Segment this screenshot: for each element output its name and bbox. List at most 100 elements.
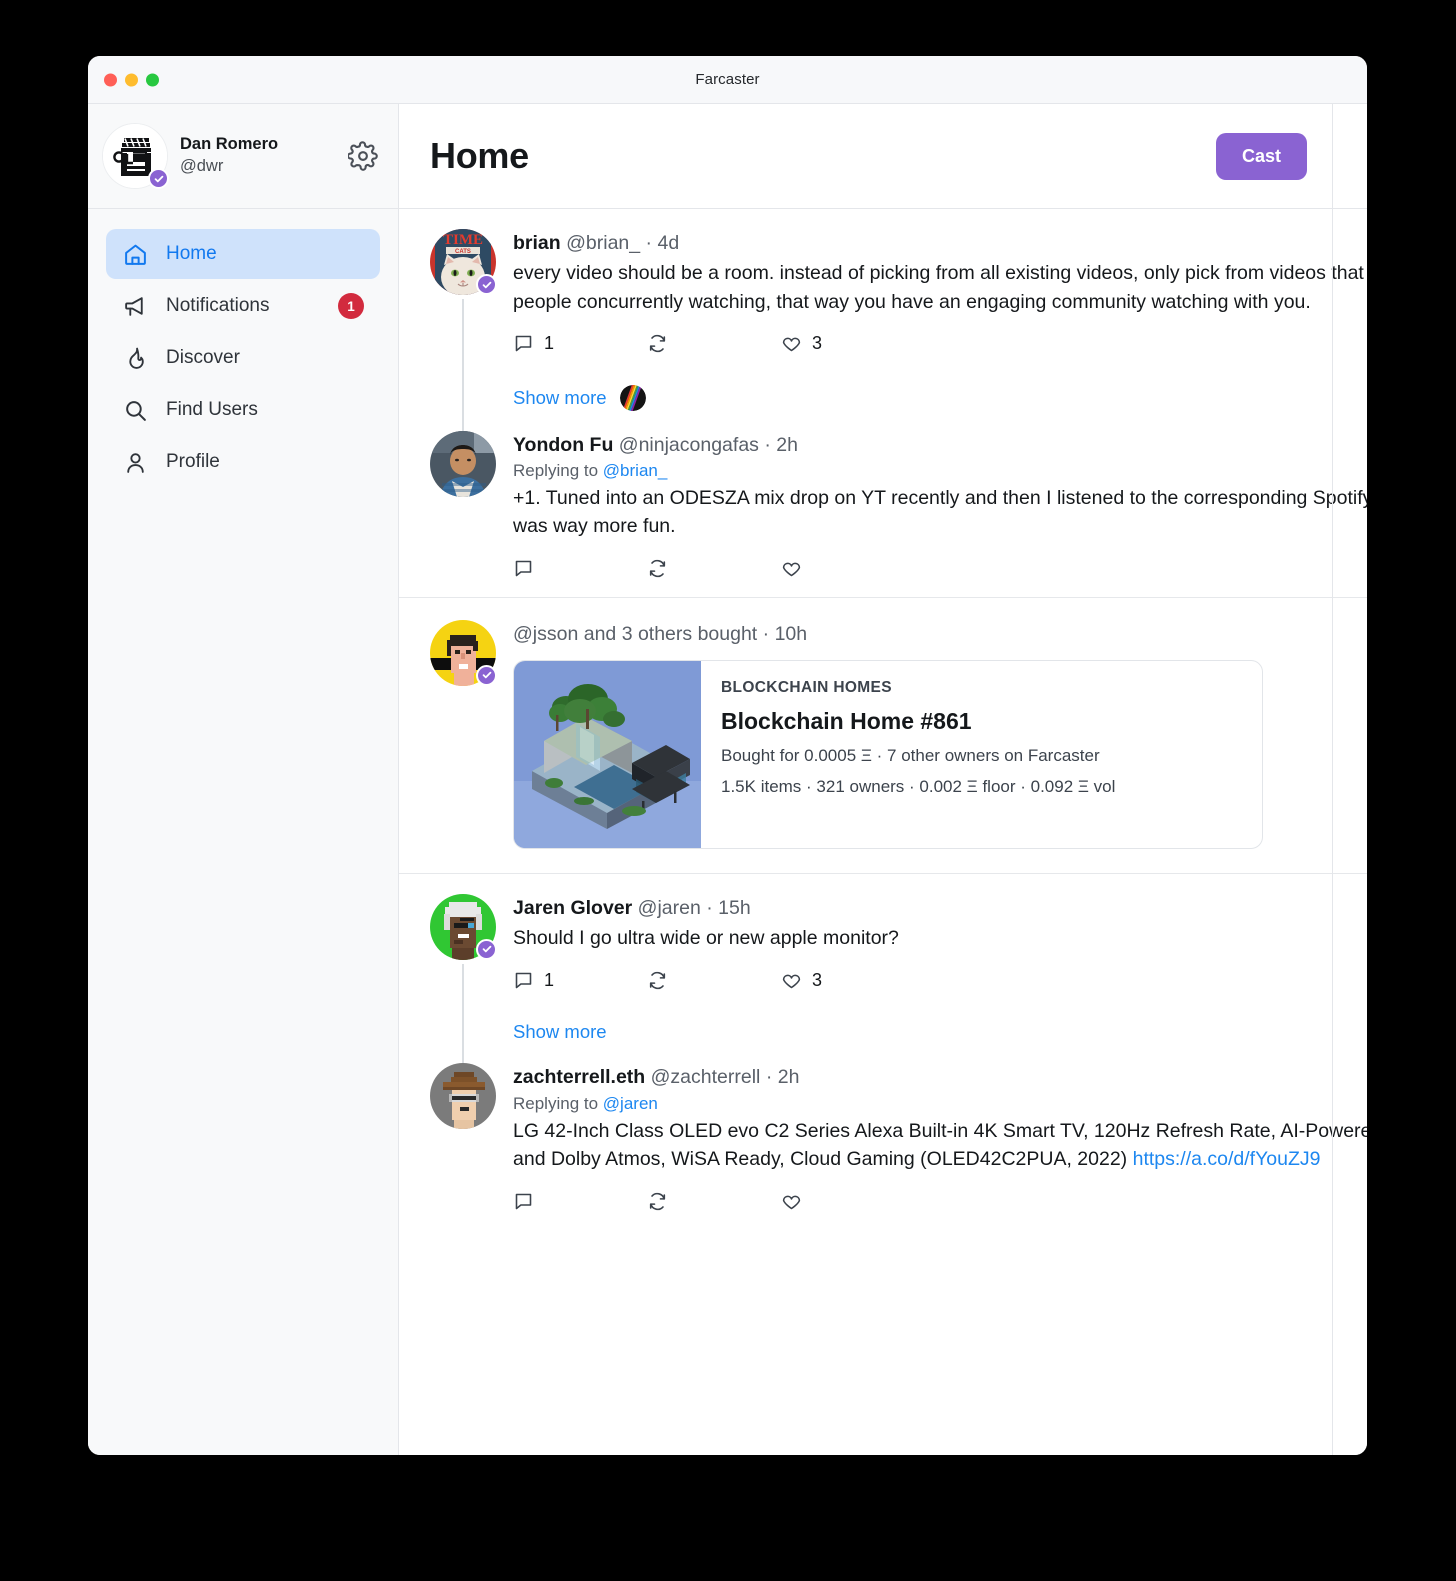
cast-username[interactable]: @ninjacongafas [619, 434, 759, 456]
cast-display-name[interactable]: zachterrell.eth [513, 1066, 645, 1088]
cast-item-nft[interactable]: @jsson and 3 others bought · 10h BLOCKCH… [399, 596, 1367, 873]
cast-item[interactable]: TIME CATS brian @brian_ · 4d every video… [399, 209, 1367, 439]
traffic-lights [104, 73, 159, 86]
verified-badge-icon [148, 168, 169, 189]
avatar[interactable] [430, 1063, 496, 1130]
reply-button[interactable]: 1 [513, 970, 647, 991]
nft-card[interactable]: BLOCKCHAIN HOMES Blockchain Home #861 Bo… [513, 659, 1263, 849]
nft-title: Blockchain Home #861 [721, 707, 972, 734]
cast-meta: zachterrell.eth @zachterrell · 2h [513, 1063, 1367, 1091]
cast-content: Jaren Glover @jaren · 15h Should I go ul… [513, 894, 1367, 1044]
cast-display-name[interactable]: Yondon Fu [513, 434, 613, 456]
gear-icon[interactable] [348, 141, 378, 171]
avatar[interactable] [430, 893, 497, 960]
reply-count: 1 [544, 969, 555, 990]
cast-username[interactable]: @zachterrell [651, 1066, 761, 1088]
nft-activity-line: @jsson and 3 others bought · 10h [513, 620, 1367, 648]
page-title: Home [430, 135, 529, 176]
feed-header: Home Cast [399, 104, 1367, 209]
sidebar-item-label: Discover [166, 347, 240, 368]
cast-display-name[interactable]: brian [513, 232, 561, 254]
cast-display-name[interactable]: Jaren Glover [513, 897, 632, 919]
cast-timestamp: · 10h [762, 622, 808, 645]
cast-actions [513, 1187, 1367, 1215]
cast-link[interactable]: https://a.co/d/fYouZJ9 [1133, 1148, 1321, 1170]
notification-badge: 1 [338, 293, 364, 319]
maximize-button[interactable] [146, 73, 159, 86]
avatar[interactable] [430, 619, 497, 686]
like-button[interactable] [781, 558, 802, 579]
nft-activity-text: @jsson and 3 others bought [513, 622, 758, 645]
sidebar-item-label: Notifications [166, 295, 270, 316]
reply-count: 1 [544, 333, 555, 354]
cast-actions: 1 3 [513, 966, 1367, 994]
reply-button[interactable]: 1 [513, 333, 647, 354]
like-button[interactable]: 3 [781, 970, 822, 991]
replying-to-label: Replying to [513, 461, 599, 481]
svg-text:TIME: TIME [443, 232, 483, 248]
avatar-column [430, 619, 497, 849]
feed-column: Home Cast TIME CATS brian @brian_ · 4d e… [399, 104, 1367, 1455]
sidebar-item-home[interactable]: Home [106, 229, 380, 279]
avatar[interactable] [102, 123, 169, 189]
like-button[interactable]: 3 [781, 333, 822, 354]
cast-actions [513, 555, 1367, 583]
cast-username[interactable]: @brian_ [566, 232, 640, 254]
like-button[interactable] [781, 1191, 802, 1212]
cast-timestamp: · 2h [765, 1066, 800, 1089]
close-button[interactable] [104, 73, 117, 86]
cast-item[interactable]: Jaren Glover @jaren · 15h Should I go ul… [399, 872, 1367, 1072]
search-icon [122, 397, 148, 423]
minimize-button[interactable] [125, 73, 138, 86]
reply-to-line: Replying to @brian_ [513, 461, 1367, 481]
show-more-link[interactable]: Show more [513, 387, 607, 409]
recast-button[interactable] [647, 1191, 781, 1212]
avatar-column: TIME CATS [430, 229, 497, 439]
sidebar-item-label: Find Users [166, 399, 258, 420]
home-icon [122, 241, 148, 267]
sidebar-profile[interactable]: Dan Romero @dwr [88, 104, 398, 209]
nft-purchase-line: Bought for 0.0005 Ξ · 7 other owners on … [721, 745, 1100, 765]
avatar[interactable] [430, 430, 496, 497]
nft-collection-name: BLOCKCHAIN HOMES [721, 678, 892, 696]
thread-connector [462, 963, 464, 1072]
cast-text: +1. Tuned into an ODESZA mix drop on YT … [513, 487, 1367, 538]
cast-item[interactable]: Yondon Fu @ninjacongafas · 2h Replying t… [399, 425, 1367, 597]
avatar-column [430, 1063, 496, 1215]
reply-button[interactable] [513, 1191, 647, 1212]
isometric-cliff-house-image [514, 660, 701, 848]
verified-badge-icon [476, 938, 497, 960]
cast-item[interactable]: zachterrell.eth @zachterrell · 2h Replyi… [399, 1057, 1367, 1229]
cast-content: brian @brian_ · 4d every video should be… [513, 229, 1367, 411]
cast-timestamp: · 2h [764, 433, 798, 456]
gray-pixel-punk-cowboy-avatar [430, 1063, 496, 1130]
like-count: 3 [812, 333, 823, 354]
svg-text:CATS: CATS [455, 249, 471, 255]
reply-to-username[interactable]: @jaren [603, 1094, 658, 1113]
avatar[interactable]: TIME CATS [430, 229, 497, 295]
megaphone-icon [122, 293, 148, 319]
flame-icon [122, 345, 148, 371]
cast-meta: Yondon Fu @ninjacongafas · 2h [513, 431, 1367, 459]
recast-button[interactable] [647, 970, 781, 991]
reply-to-line: Replying to @jaren [513, 1094, 1367, 1114]
recast-button[interactable] [647, 333, 781, 354]
cast-text: every video should be a room. instead of… [513, 262, 1367, 313]
feed-list[interactable]: TIME CATS brian @brian_ · 4d every video… [399, 209, 1367, 1455]
sidebar-item-discover[interactable]: Discover [106, 333, 380, 383]
sidebar-nav: Home Notifications 1 Discover Find Users… [88, 209, 398, 487]
nft-details: BLOCKCHAIN HOMES Blockchain Home #861 Bo… [701, 661, 1135, 848]
sidebar-item-find-users[interactable]: Find Users [106, 385, 380, 435]
reply-to-username[interactable]: @brian_ [603, 461, 668, 480]
cast-meta: brian @brian_ · 4d [513, 229, 1367, 257]
show-more-link[interactable]: Show more [513, 1021, 607, 1043]
cast-text: LG 42-Inch Class OLED evo C2 Series Alex… [513, 1117, 1367, 1174]
cast-username[interactable]: @jaren [638, 897, 701, 919]
recast-button[interactable] [647, 558, 781, 579]
cast-button[interactable]: Cast [1215, 132, 1307, 180]
sidebar-item-notifications[interactable]: Notifications 1 [106, 281, 380, 331]
reply-button[interactable] [513, 558, 647, 579]
cast-actions: 1 3 [513, 330, 1367, 358]
sidebar-item-profile[interactable]: Profile [106, 437, 380, 487]
title-bar: Farcaster [88, 56, 1367, 104]
